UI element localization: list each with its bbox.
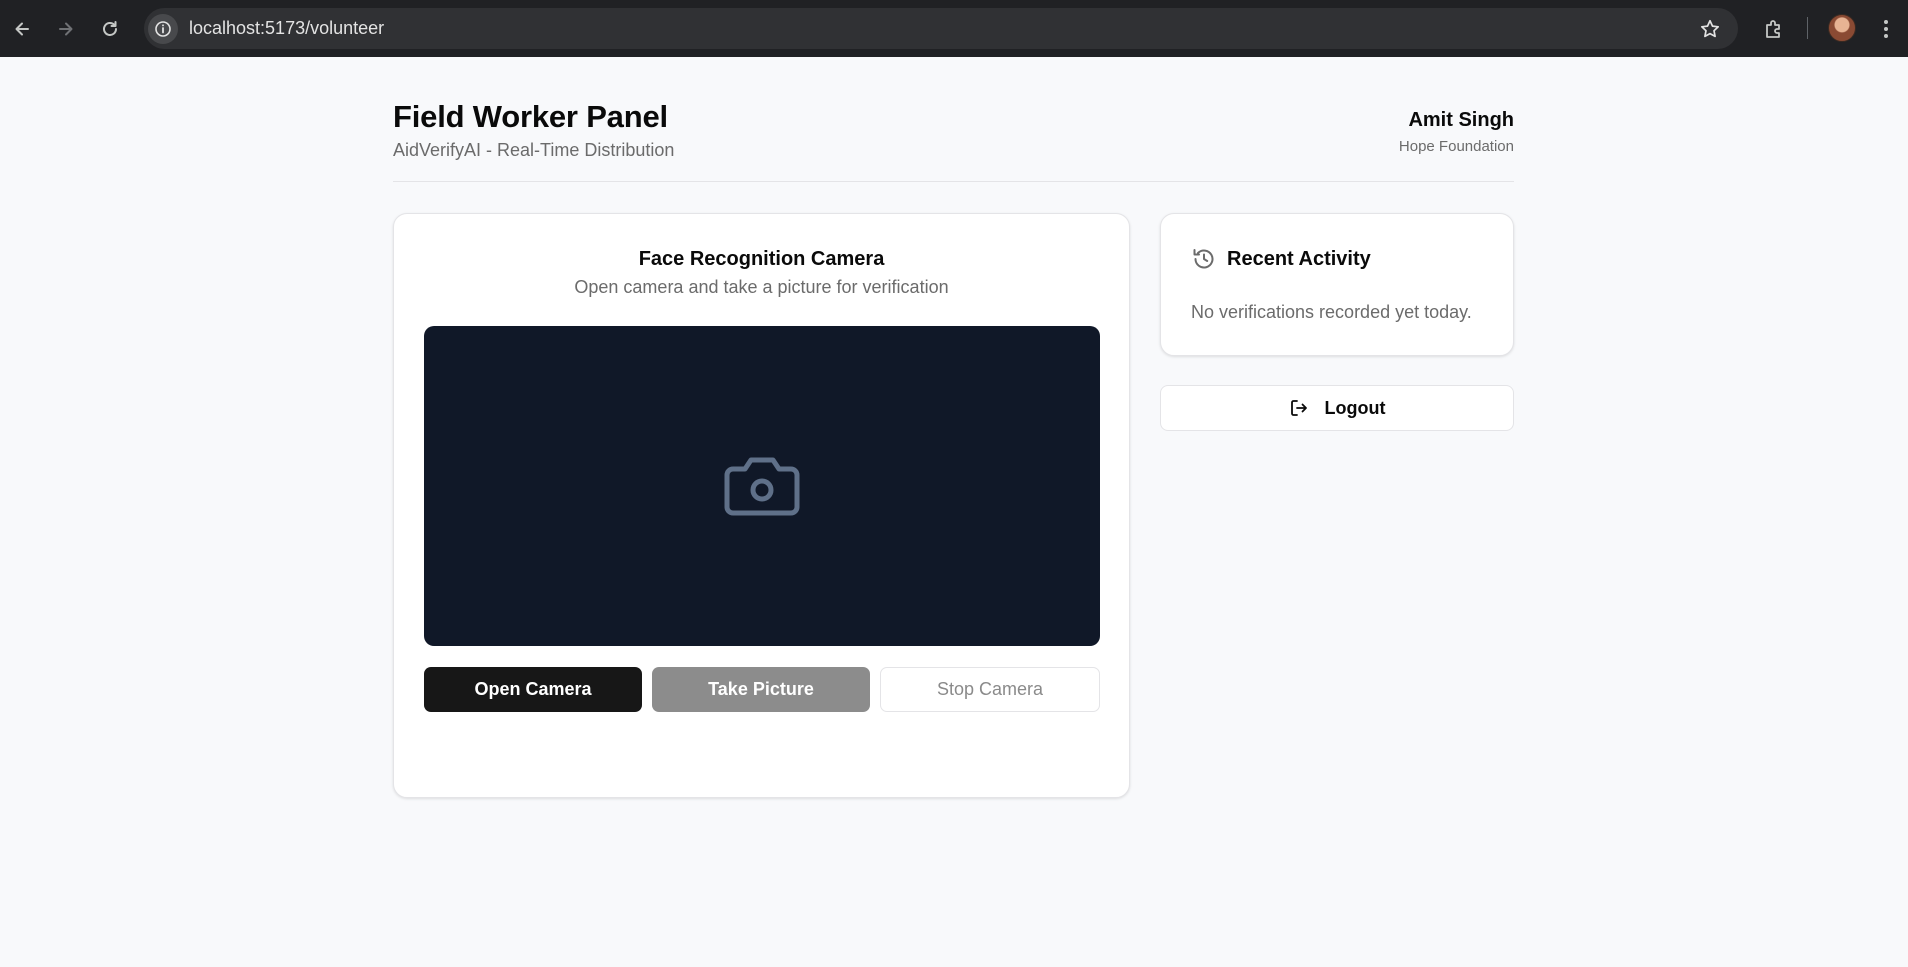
page: Field Worker Panel AidVerifyAI - Real-Ti… [0,57,1908,967]
forward-button[interactable] [44,0,88,57]
browser-menu-button[interactable] [1874,0,1898,57]
profile-avatar[interactable] [1828,14,1856,42]
forward-icon [59,22,73,35]
open-camera-button[interactable]: Open Camera [424,667,642,712]
header-divider [393,181,1514,182]
camera-controls: Open Camera Take Picture Stop Camera [424,667,1100,712]
camera-card: Face Recognition Camera Open camera and … [393,213,1130,798]
logout-button[interactable]: Logout [1160,385,1514,431]
reload-button[interactable] [88,0,132,57]
site-info-button[interactable] [148,13,178,44]
recent-activity-card: Recent Activity No verifications recorde… [1160,213,1514,356]
take-picture-button[interactable]: Take Picture [652,667,870,712]
bookmark-button[interactable] [1698,17,1722,41]
camera-card-title: Face Recognition Camera [638,248,885,270]
address-bar[interactable]: localhost:5173/volunteer [144,8,1738,49]
recent-activity-empty-message: No verifications recorded yet today. [1191,302,1472,322]
site-info-icon [155,20,171,37]
logout-label: Logout [1324,397,1386,418]
page-title: Field Worker Panel [393,99,668,134]
user-name: Amit Singh [1408,109,1514,131]
extensions-button[interactable] [1760,0,1788,57]
recent-activity-title: Recent Activity [1227,247,1371,270]
back-icon [15,22,29,35]
menu-kebab-icon [1884,19,1888,38]
url-text[interactable]: localhost:5173/volunteer [189,18,384,39]
camera-card-description: Open camera and take a picture for verif… [574,277,949,297]
page-header: Field Worker Panel AidVerifyAI - Real-Ti… [393,99,1514,171]
recent-activity-header: Recent Activity [1191,246,1371,272]
camera-icon [724,457,800,516]
page-subtitle: AidVerifyAI - Real-Time Distribution [393,140,675,160]
logout-icon [1290,400,1307,416]
toolbar-divider [1807,17,1808,39]
browser-toolbar: localhost:5173/volunteer [0,0,1908,57]
extensions-icon [1766,19,1780,38]
history-icon [1193,249,1214,269]
stop-camera-button[interactable]: Stop Camera [880,667,1100,712]
user-organization: Hope Foundation [1398,138,1514,155]
back-button[interactable] [0,0,44,57]
reload-icon [103,20,117,36]
camera-preview [424,326,1100,646]
bookmark-star-icon [1700,19,1720,38]
